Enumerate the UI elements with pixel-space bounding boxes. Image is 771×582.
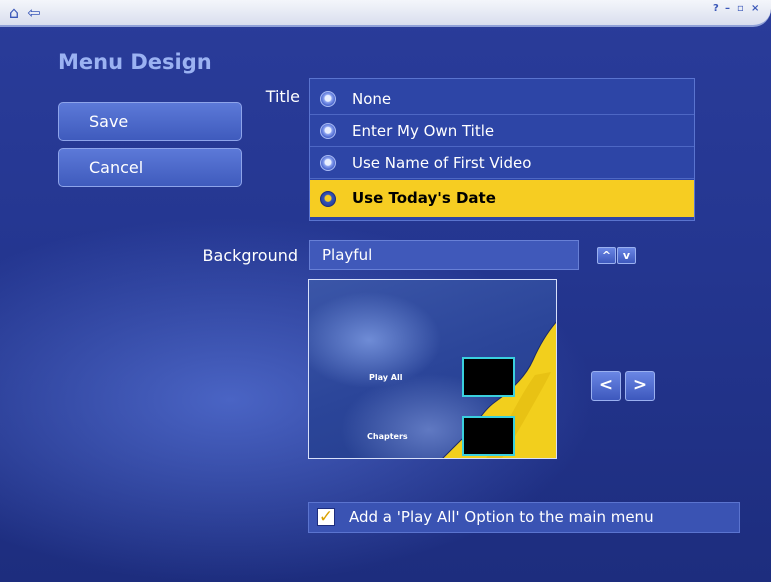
option-label: Use Name of First Video: [352, 154, 532, 172]
option-label: Use Today's Date: [352, 189, 496, 207]
preview-thumbnail-play-all: [462, 357, 515, 397]
menu-preview: Play All Chapters: [308, 279, 557, 459]
preview-chapters-label: Chapters: [367, 432, 408, 441]
background-up-button[interactable]: ^: [597, 247, 616, 264]
title-option-none[interactable]: None: [310, 83, 694, 115]
title-label: Title: [265, 87, 300, 106]
back-arrow-icon[interactable]: ⇦: [24, 4, 44, 21]
close-icon[interactable]: ×: [751, 3, 759, 14]
cancel-button[interactable]: Cancel: [58, 148, 242, 187]
play-all-option-row[interactable]: ✓ Add a 'Play All' Option to the main me…: [308, 502, 740, 533]
title-option-own[interactable]: Enter My Own Title: [310, 115, 694, 147]
background-select[interactable]: Playful: [309, 240, 579, 270]
save-button[interactable]: Save: [58, 102, 242, 141]
home-icon[interactable]: ⌂: [4, 4, 24, 21]
restore-icon[interactable]: ▫: [737, 3, 744, 14]
chevron-left-icon: <: [598, 375, 614, 395]
top-bar: ⌂ ⇦ ? – ▫ ×: [0, 0, 771, 27]
title-option-first-video[interactable]: Use Name of First Video: [310, 147, 694, 179]
minimize-icon[interactable]: –: [725, 3, 730, 14]
background-label: Background: [202, 246, 298, 265]
preview-graphic: [442, 321, 556, 458]
chevron-up-icon: ^: [601, 249, 612, 262]
option-label: None: [352, 90, 392, 108]
preview-thumbnail-chapters: [462, 416, 515, 456]
preview-prev-button[interactable]: <: [591, 371, 621, 401]
page-title: Menu Design: [58, 50, 212, 74]
help-icon[interactable]: ?: [713, 3, 719, 14]
chevron-down-icon: v: [622, 249, 631, 262]
option-label: Enter My Own Title: [352, 122, 495, 140]
radio-icon: [320, 155, 336, 171]
radio-icon: [320, 123, 336, 139]
radio-icon: [320, 91, 336, 107]
title-options: None Enter My Own Title Use Name of Firs…: [309, 78, 695, 221]
radio-selected-icon: [320, 191, 336, 207]
title-option-date[interactable]: Use Today's Date: [310, 180, 694, 217]
background-down-button[interactable]: v: [617, 247, 636, 264]
chevron-right-icon: >: [632, 375, 648, 395]
checkbox-checked-icon[interactable]: ✓: [317, 508, 335, 526]
preview-play-all-label: Play All: [369, 373, 403, 382]
preview-next-button[interactable]: >: [625, 371, 655, 401]
play-all-option-label: Add a 'Play All' Option to the main menu: [349, 508, 654, 526]
